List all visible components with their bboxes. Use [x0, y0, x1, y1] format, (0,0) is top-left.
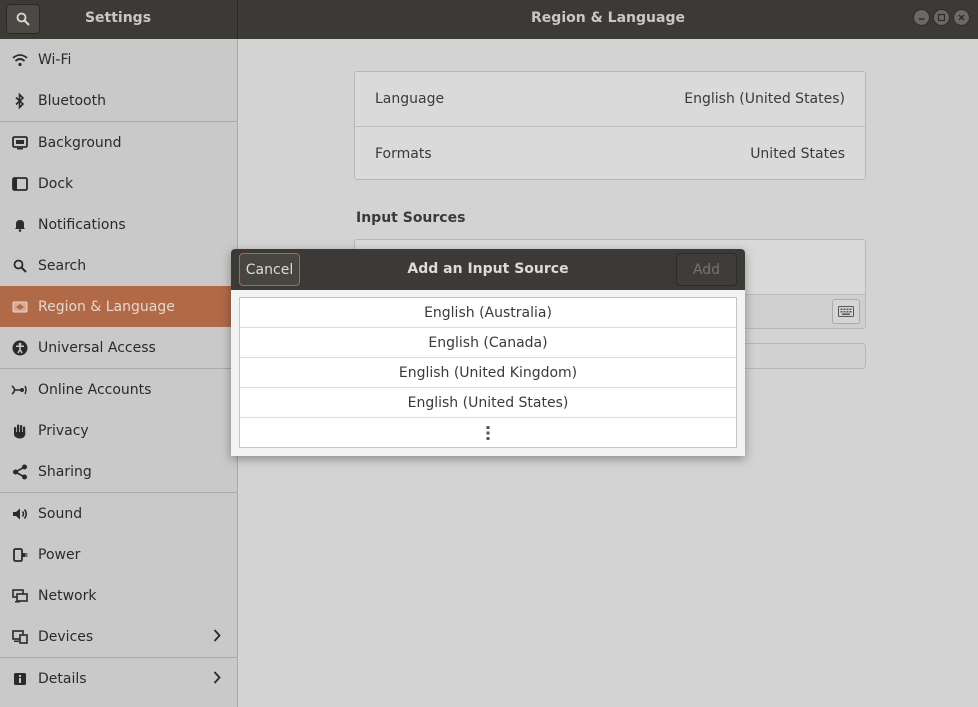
settings-title: Settings — [84, 10, 152, 26]
sidebar-item-power[interactable]: Power — [0, 534, 237, 575]
share-icon — [0, 464, 38, 480]
input-source-list: English (Australia) English (Canada) Eng… — [239, 297, 737, 448]
maximize-icon — [937, 13, 946, 22]
close-button[interactable] — [953, 9, 970, 26]
sidebar-item-sound[interactable]: Sound — [0, 493, 237, 534]
header-left: Settings — [0, 0, 238, 39]
cancel-button[interactable]: Cancel — [239, 253, 300, 286]
window-controls — [913, 9, 970, 26]
sidebar-item-universal-access[interactable]: Universal Access — [0, 327, 237, 368]
formats-row[interactable]: Formats United States — [355, 127, 865, 181]
dialog-title: Add an Input Source — [407, 261, 569, 277]
sidebar-item-label: Sound — [38, 505, 83, 522]
sidebar-item-label: Background — [38, 134, 122, 151]
speaker-icon — [0, 507, 38, 521]
maximize-button[interactable] — [933, 9, 950, 26]
add-input-source-dialog: Cancel Add an Input Source Add English (… — [231, 249, 745, 456]
language-formats-card: Language English (United States) Formats… — [354, 71, 866, 180]
minimize-icon — [918, 18, 925, 20]
list-item[interactable]: English (United Kingdom) — [240, 358, 736, 388]
bell-icon — [0, 218, 38, 232]
language-label: Language — [375, 91, 445, 107]
dock-icon — [0, 176, 38, 191]
sidebar-item-label: Notifications — [38, 216, 126, 233]
info-icon — [0, 672, 38, 686]
sidebar-item-label: Devices — [38, 628, 94, 645]
close-icon — [958, 14, 965, 21]
flag-icon — [0, 301, 38, 313]
more-vertical-icon — [486, 426, 490, 440]
sidebar-item-wifi[interactable]: Wi-Fi — [0, 39, 237, 80]
search-icon — [16, 12, 30, 26]
language-value: English (United States) — [684, 91, 845, 107]
search-button[interactable] — [6, 4, 40, 34]
sidebar-item-label: Bluetooth — [38, 92, 106, 109]
header-bar: Settings Region & Language — [0, 0, 978, 39]
online-accounts-icon — [0, 383, 38, 397]
hand-icon — [0, 423, 38, 439]
sidebar-item-label: Sharing — [38, 463, 92, 480]
language-row[interactable]: Language English (United States) — [355, 72, 865, 126]
sidebar: Wi-Fi Bluetooth Background Dock Notifica… — [0, 39, 238, 707]
add-button[interactable]: Add — [676, 253, 737, 286]
formats-value: United States — [750, 146, 845, 162]
sidebar-item-sharing[interactable]: Sharing — [0, 451, 237, 492]
sidebar-item-region-language[interactable]: Region & Language — [0, 286, 237, 327]
sidebar-item-label: Universal Access — [38, 339, 156, 356]
sidebar-item-background[interactable]: Background — [0, 122, 237, 163]
chevron-right-icon — [213, 629, 221, 646]
sidebar-item-label: Privacy — [38, 422, 89, 439]
sidebar-item-label: Region & Language — [38, 298, 175, 315]
bluetooth-icon — [0, 92, 38, 109]
keyboard-layout-button[interactable] — [832, 299, 860, 324]
sidebar-item-details[interactable]: Details — [0, 658, 237, 699]
list-item[interactable]: English (United States) — [240, 388, 736, 418]
minimize-button[interactable] — [913, 9, 930, 26]
page-title: Region & Language — [531, 10, 685, 26]
dialog-header: Cancel Add an Input Source Add — [231, 249, 745, 290]
wifi-icon — [0, 53, 38, 67]
sidebar-item-network[interactable]: Network — [0, 575, 237, 616]
sidebar-item-label: Wi-Fi — [38, 51, 72, 68]
sidebar-item-devices[interactable]: Devices — [0, 616, 237, 657]
chevron-right-icon — [213, 671, 221, 688]
background-icon — [0, 135, 38, 150]
sidebar-item-label: Details — [38, 670, 87, 687]
sidebar-item-label: Power — [38, 546, 81, 563]
sidebar-item-online-accounts[interactable]: Online Accounts — [0, 369, 237, 410]
keyboard-icon — [838, 306, 854, 317]
sidebar-item-label: Dock — [38, 175, 74, 192]
sidebar-item-label: Search — [38, 257, 87, 274]
input-sources-title: Input Sources — [356, 210, 466, 226]
sidebar-item-dock[interactable]: Dock — [0, 163, 237, 204]
sidebar-item-search[interactable]: Search — [0, 245, 237, 286]
sidebar-item-label: Network — [38, 587, 97, 604]
sidebar-item-label: Online Accounts — [38, 381, 152, 398]
search-icon — [0, 259, 38, 273]
accessibility-icon — [0, 340, 38, 356]
devices-icon — [0, 629, 38, 644]
formats-label: Formats — [375, 146, 432, 162]
plug-icon — [0, 547, 38, 563]
sidebar-item-notifications[interactable]: Notifications — [0, 204, 237, 245]
more-options-item[interactable] — [240, 418, 736, 448]
sidebar-item-privacy[interactable]: Privacy — [0, 410, 237, 451]
network-icon — [0, 588, 38, 603]
list-item[interactable]: English (Canada) — [240, 328, 736, 358]
list-item[interactable]: English (Australia) — [240, 298, 736, 328]
sidebar-item-bluetooth[interactable]: Bluetooth — [0, 80, 237, 121]
